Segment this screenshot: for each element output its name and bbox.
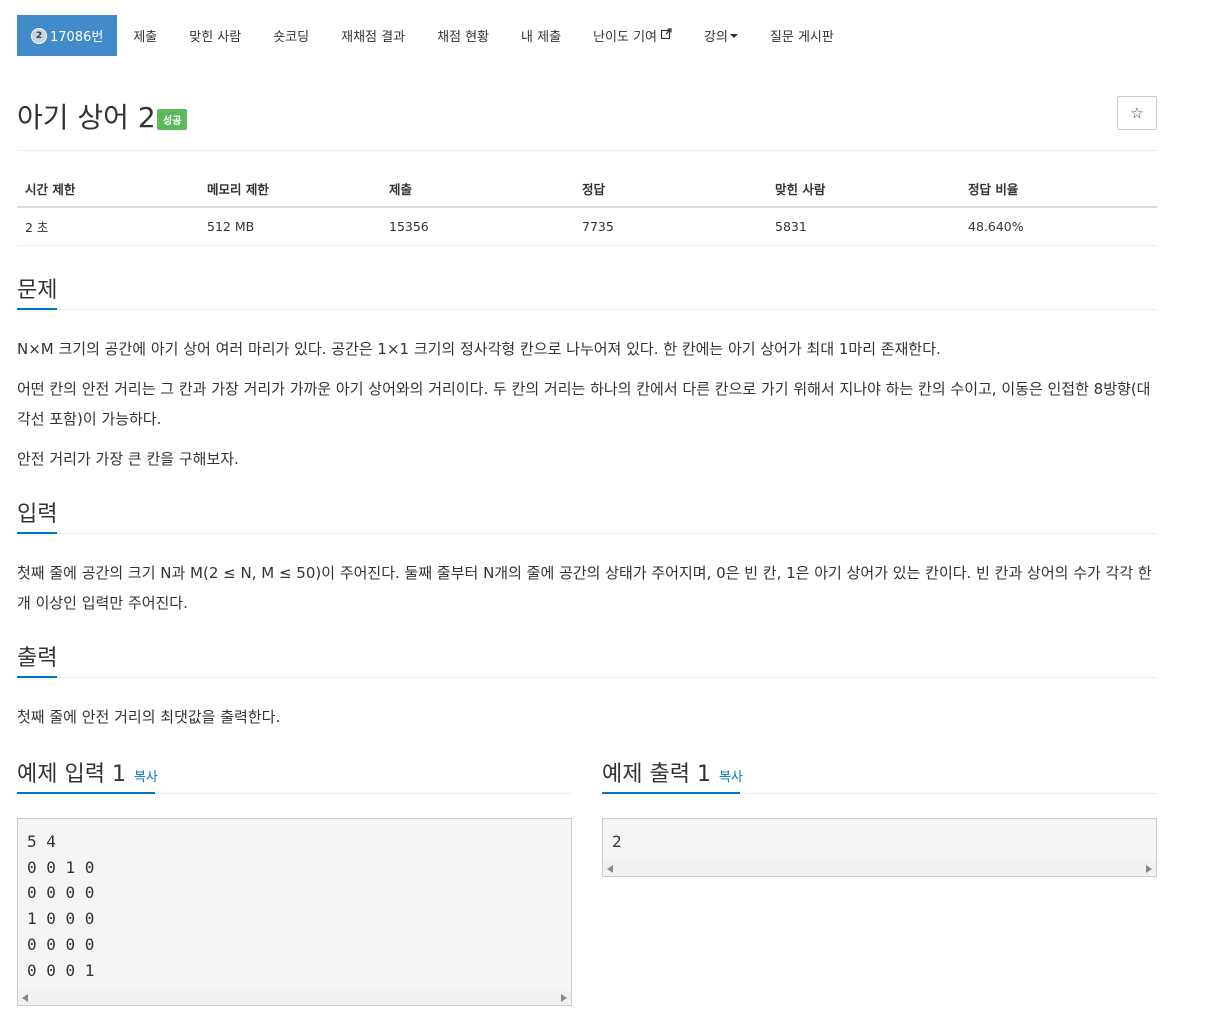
status-badge: 성공 — [157, 109, 188, 130]
caret-down-icon — [729, 33, 738, 38]
header-submissions: 제출 — [381, 169, 574, 208]
input-heading-accent — [17, 532, 57, 534]
sample-input-scrollbar[interactable] — [18, 990, 571, 1005]
title-row: 아기 상어 2 성공 ☆ — [17, 96, 1157, 136]
sample-output-heading: 예제 출력 1 복사 — [602, 756, 743, 788]
title-divider — [17, 150, 1157, 151]
tab-lectures-dropdown[interactable]: 강의 — [688, 15, 754, 56]
sample-output-title: 예제 출력 1 — [602, 762, 711, 787]
header-accept-ratio: 정답 비율 — [960, 169, 1157, 208]
copy-input-link[interactable]: 복사 — [134, 770, 158, 785]
problem-paragraph-3: 안전 거리가 가장 큰 칸을 구해보자. — [17, 450, 239, 468]
scroll-left-icon[interactable] — [22, 994, 28, 1002]
value-accept-ratio: 48.640% — [960, 207, 1157, 246]
sample-output-scrollbar[interactable] — [603, 861, 1156, 876]
input-heading-line — [17, 533, 1157, 534]
sample-input-text: 5 4 0 0 1 0 0 0 0 0 1 0 0 0 0 0 0 0 0 0 … — [27, 832, 95, 980]
sample-input-title: 예제 입력 1 — [17, 762, 126, 787]
problem-number-label: 17086번 — [50, 30, 104, 45]
problem-paragraph-1: N×M 크기의 공간에 아기 상어 여러 마리가 있다. 공간은 1×1 크기의… — [17, 340, 941, 358]
problem-heading: 문제 — [17, 278, 58, 303]
value-accepted: 7735 — [574, 207, 767, 246]
output-heading-line — [17, 677, 1157, 678]
value-memory-limit: 512 MB — [199, 207, 381, 246]
sample-input-box[interactable]: 5 4 0 0 1 0 0 0 0 0 1 0 0 0 0 0 0 0 0 0 … — [17, 818, 572, 1006]
header-time-limit: 시간 제한 — [17, 169, 199, 208]
tab-question-board[interactable]: 질문 게시판 — [754, 15, 850, 56]
sample-input-accent — [17, 792, 155, 794]
sample-output-accent — [602, 792, 740, 794]
header-memory-limit: 메모리 제한 — [199, 169, 381, 208]
tab-my-submissions[interactable]: 내 제출 — [505, 15, 577, 56]
value-time-limit: 2 초 — [17, 207, 199, 246]
problem-heading-accent — [17, 308, 57, 310]
header-solved-users: 맞힌 사람 — [767, 169, 960, 208]
copy-output-link[interactable]: 복사 — [719, 770, 743, 785]
output-heading: 출력 — [17, 646, 58, 671]
scroll-right-icon[interactable] — [561, 994, 567, 1002]
input-paragraph: 첫째 줄에 공간의 크기 N과 M(2 ≤ N, M ≤ 50)이 주어진다. … — [17, 564, 1152, 612]
star-icon: ☆ — [1130, 104, 1144, 122]
difficulty-label: 난이도 기여 — [593, 30, 657, 45]
sample-input-heading: 예제 입력 1 복사 — [17, 756, 158, 788]
problem-nav: 2 17086번 제출 맞힌 사람 숏코딩 재채점 결과 채점 현황 내 제출 … — [17, 15, 850, 56]
sample-output-box[interactable]: 2 — [602, 818, 1157, 877]
external-link-icon — [660, 28, 672, 43]
page-title: 아기 상어 2 — [17, 101, 156, 134]
problem-info-table: 시간 제한 메모리 제한 제출 정답 맞힌 사람 정답 비율 2 초 512 M… — [17, 169, 1157, 246]
tab-judge-status[interactable]: 채점 현황 — [421, 15, 505, 56]
header-accepted: 정답 — [574, 169, 767, 208]
table-row: 2 초 512 MB 15356 7735 5831 48.640% — [17, 207, 1157, 246]
value-submissions: 15356 — [381, 207, 574, 246]
value-solved-users: 5831 — [767, 207, 960, 246]
tab-problem-number[interactable]: 2 17086번 — [17, 15, 118, 56]
output-heading-accent — [17, 676, 57, 678]
tier-icon: 2 — [31, 27, 47, 44]
table-header-row: 시간 제한 메모리 제한 제출 정답 맞힌 사람 정답 비율 — [17, 169, 1157, 208]
input-heading: 입력 — [17, 502, 58, 527]
tab-short-coding[interactable]: 숏코딩 — [257, 15, 325, 56]
favorite-button[interactable]: ☆ — [1117, 96, 1157, 130]
scroll-right-icon[interactable] — [1146, 865, 1152, 873]
tab-rejudge-results[interactable]: 재채점 결과 — [325, 15, 421, 56]
problem-heading-line — [17, 309, 1157, 310]
scroll-left-icon[interactable] — [607, 865, 613, 873]
output-paragraph: 첫째 줄에 안전 거리의 최댓값을 출력한다. — [17, 708, 281, 726]
lectures-label: 강의 — [704, 30, 728, 45]
sample-output-text: 2 — [612, 832, 622, 851]
problem-paragraph-2: 어떤 칸의 안전 거리는 그 칸과 가장 거리가 가까운 아기 상어와의 거리이… — [17, 380, 1151, 428]
tab-submit[interactable]: 제출 — [117, 15, 173, 56]
tab-solved-users[interactable]: 맞힌 사람 — [173, 15, 257, 56]
tab-difficulty-contribution[interactable]: 난이도 기여 — [577, 15, 688, 56]
